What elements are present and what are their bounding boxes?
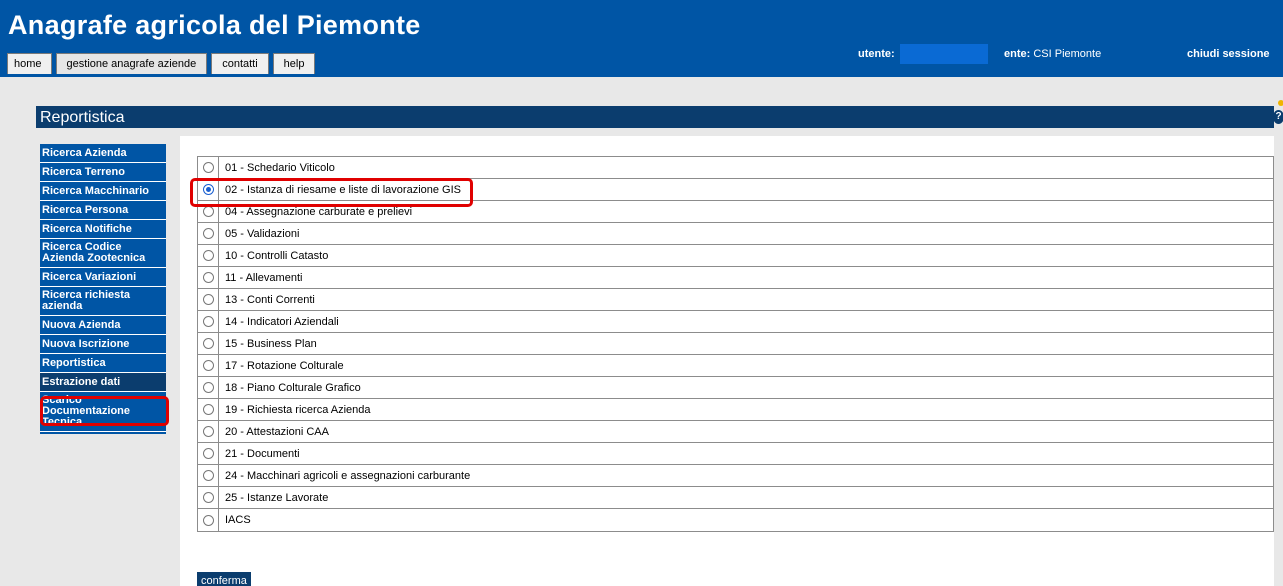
report-option[interactable]: 11 - Allevamenti xyxy=(198,267,1273,289)
user-label: utente: xyxy=(858,48,895,60)
report-option[interactable]: 17 - Rotazione Colturale xyxy=(198,355,1273,377)
page: Anagrafe agricola del Piemonte home gest… xyxy=(0,0,1283,586)
column-divider xyxy=(218,399,219,421)
column-divider xyxy=(218,333,219,355)
tab-home[interactable]: home xyxy=(7,53,52,74)
user-value-box xyxy=(900,44,988,64)
report-option[interactable]: 01 - Schedario Viticolo xyxy=(198,157,1273,179)
column-divider xyxy=(218,465,219,487)
column-divider xyxy=(218,487,219,509)
radio-button[interactable] xyxy=(203,250,214,261)
report-options-list: 01 - Schedario Viticolo 02 - Istanza di r… xyxy=(197,156,1274,532)
radio-button[interactable] xyxy=(203,470,214,481)
report-option-label: 21 - Documenti xyxy=(225,447,300,460)
column-divider xyxy=(218,245,219,267)
logout-link[interactable]: chiudi sessione xyxy=(1187,48,1270,60)
confirm-button[interactable]: conferma xyxy=(197,572,251,586)
radio-button[interactable] xyxy=(203,316,214,327)
sidebar: Ricerca Azienda Ricerca Terreno Ricerca … xyxy=(40,144,166,434)
report-option-label: 17 - Rotazione Colturale xyxy=(225,359,344,372)
radio-button[interactable] xyxy=(203,360,214,371)
report-option-label: 14 - Indicatori Aziendali xyxy=(225,315,339,328)
radio-button[interactable] xyxy=(203,294,214,305)
tab-help[interactable]: help xyxy=(272,53,316,74)
tab-gestione-anagrafe-aziende[interactable]: gestione anagrafe aziende xyxy=(55,53,208,74)
report-option[interactable]: 05 - Validazioni xyxy=(198,223,1273,245)
sidebar-item-reportistica[interactable]: Reportistica xyxy=(40,354,166,373)
radio-button[interactable] xyxy=(203,162,214,173)
column-divider xyxy=(218,289,219,311)
report-option-label: 01 - Schedario Viticolo xyxy=(225,161,335,174)
report-option[interactable]: 18 - Piano Colturale Grafico xyxy=(198,377,1273,399)
sidebar-item-ricerca-richiesta-azienda[interactable]: Ricerca richiesta azienda xyxy=(40,287,166,316)
sidebar-item-ricerca-codice-azienda-zootecnica[interactable]: Ricerca Codice Azienda Zootecnica xyxy=(40,239,166,268)
radio-button[interactable] xyxy=(203,514,214,526)
report-option[interactable]: 13 - Conti Correnti xyxy=(198,289,1273,311)
report-option-label: 18 - Piano Colturale Grafico xyxy=(225,381,361,394)
column-divider xyxy=(218,443,219,465)
report-option-label: 04 - Assegnazione carburate e prelievi xyxy=(225,205,413,218)
radio-button[interactable] xyxy=(203,206,214,217)
radio-button[interactable] xyxy=(203,492,214,503)
ente-label: ente: xyxy=(1004,48,1031,60)
report-option[interactable]: 14 - Indicatori Aziendali xyxy=(198,311,1273,333)
radio-button[interactable] xyxy=(203,382,214,393)
report-option-label: 13 - Conti Correnti xyxy=(225,293,315,306)
radio-button[interactable] xyxy=(203,338,214,349)
column-divider xyxy=(218,157,219,179)
sidebar-item-ricerca-terreno[interactable]: Ricerca Terreno xyxy=(40,163,166,182)
report-option-label: 15 - Business Plan xyxy=(225,337,317,350)
ente-value: CSI Piemonte xyxy=(1033,48,1102,60)
sidebar-item-estrazione-dati[interactable]: Estrazione dati xyxy=(40,373,166,392)
report-option[interactable]: IACS xyxy=(198,509,1273,531)
report-option-label: 11 - Allevamenti xyxy=(225,271,303,284)
tab-contatti[interactable]: contatti xyxy=(211,53,269,74)
report-option-label: 05 - Validazioni xyxy=(225,227,300,240)
sidebar-item-nuova-iscrizione[interactable]: Nuova Iscrizione xyxy=(40,335,166,354)
highlight-box-option xyxy=(190,178,473,207)
report-option-label: 20 - Attestazioni CAA xyxy=(225,425,329,438)
report-option[interactable]: 21 - Documenti xyxy=(198,443,1273,465)
sidebar-item-ricerca-azienda[interactable]: Ricerca Azienda xyxy=(40,144,166,163)
column-divider xyxy=(218,311,219,333)
report-option[interactable]: 19 - Richiesta ricerca Azienda xyxy=(198,399,1273,421)
radio-button[interactable] xyxy=(203,404,214,415)
report-option[interactable]: 20 - Attestazioni CAA xyxy=(198,421,1273,443)
sidebar-item-ricerca-variazioni[interactable]: Ricerca Variazioni xyxy=(40,268,166,287)
column-divider xyxy=(218,421,219,443)
column-divider xyxy=(218,377,219,399)
column-divider xyxy=(218,223,219,245)
help-icon[interactable]: ? xyxy=(1273,110,1283,124)
section-title: Reportistica xyxy=(36,106,1274,128)
radio-button[interactable] xyxy=(203,272,214,283)
column-divider xyxy=(218,267,219,289)
report-option-label: 25 - Istanze Lavorate xyxy=(225,491,329,504)
report-option[interactable]: 15 - Business Plan xyxy=(198,333,1273,355)
highlight-box-sidebar xyxy=(40,396,169,426)
app-header: Anagrafe agricola del Piemonte home gest… xyxy=(0,0,1283,77)
radio-button[interactable] xyxy=(203,228,214,239)
report-option-label: 10 - Controlli Catasto xyxy=(225,249,329,262)
report-option[interactable]: 25 - Istanze Lavorate xyxy=(198,487,1273,509)
app-title: Anagrafe agricola del Piemonte xyxy=(8,10,421,40)
report-option-label: 19 - Richiesta ricerca Azienda xyxy=(225,403,371,416)
help-indicator-icon xyxy=(1278,100,1283,106)
report-option-label: 24 - Macchinari agricoli e assegnazioni … xyxy=(225,469,471,482)
column-divider xyxy=(218,355,219,377)
report-option[interactable]: 24 - Macchinari agricoli e assegnazioni … xyxy=(198,465,1273,487)
report-option[interactable]: 10 - Controlli Catasto xyxy=(198,245,1273,267)
sidebar-item-nuova-azienda[interactable]: Nuova Azienda xyxy=(40,316,166,335)
column-divider xyxy=(218,509,219,531)
sidebar-item-ricerca-macchinario[interactable]: Ricerca Macchinario xyxy=(40,182,166,201)
sidebar-item-ricerca-persona[interactable]: Ricerca Persona xyxy=(40,201,166,220)
radio-button[interactable] xyxy=(203,426,214,437)
report-option-label: IACS xyxy=(225,514,251,526)
radio-button[interactable] xyxy=(203,448,214,459)
sidebar-item-ricerca-notifiche[interactable]: Ricerca Notifiche xyxy=(40,220,166,239)
ente-info: ente: CSI Piemonte xyxy=(1004,48,1101,60)
main-tabs: home gestione anagrafe aziende contatti … xyxy=(7,53,319,74)
